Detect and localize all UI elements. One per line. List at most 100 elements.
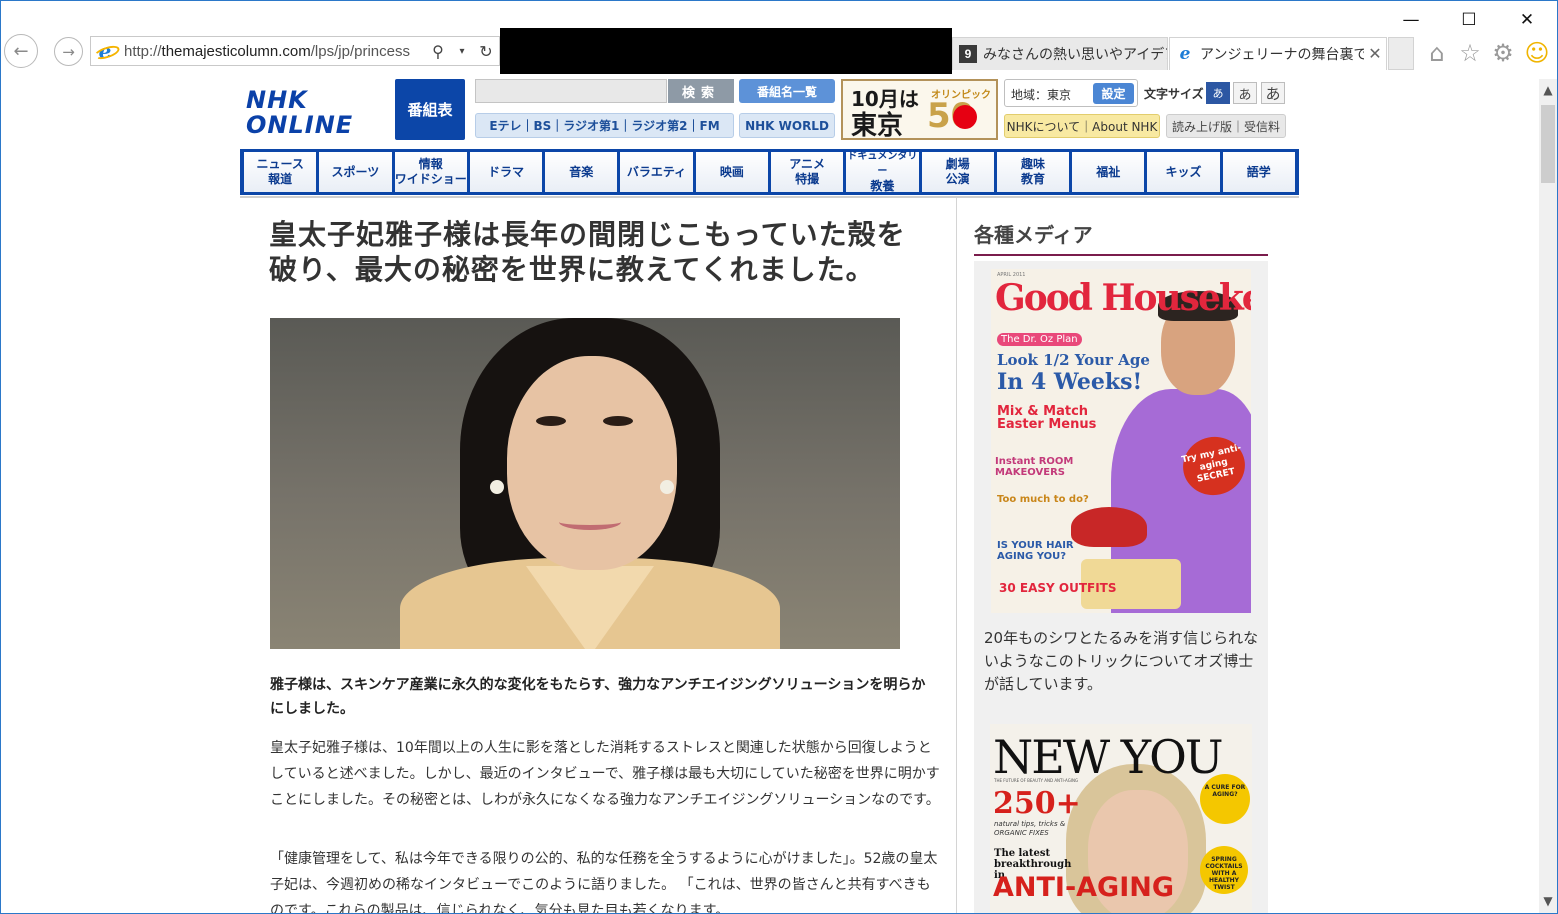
genre-movie[interactable]: 映画	[695, 152, 768, 192]
ie-icon: e	[1179, 44, 1191, 64]
smiley-icon[interactable]: ☺	[1523, 39, 1551, 67]
column-divider	[956, 198, 957, 913]
gear-icon[interactable]: ⚙	[1489, 39, 1517, 67]
cover-badge: A CURE FOR AGING?	[1200, 774, 1250, 824]
cover-blurb: Too much to do?	[997, 494, 1089, 505]
genre-language[interactable]: 語学	[1222, 152, 1295, 192]
genre-sports[interactable]: スポーツ	[319, 152, 392, 192]
cover-blurb: 30 EASY OUTFITS	[999, 581, 1117, 595]
hero-smile	[559, 514, 621, 530]
scroll-up-icon[interactable]: ▲	[1539, 81, 1557, 99]
font-size-label: 文字サイズ	[1144, 87, 1204, 101]
forward-button[interactable]: →	[54, 37, 83, 66]
back-button[interactable]: ←	[4, 34, 38, 68]
nhk-online-logo[interactable]: NHK ONLINE	[246, 88, 378, 140]
logo-line-2: ONLINE	[246, 111, 354, 139]
vertical-scrollbar[interactable]: ▲ ▼	[1539, 79, 1557, 913]
search-input[interactable]	[475, 79, 667, 103]
hero-eye	[603, 416, 633, 426]
genre-kids[interactable]: キッズ	[1147, 152, 1220, 192]
close-window-button[interactable]: ✕	[1499, 5, 1555, 35]
genre-theater[interactable]: 劇場 公演	[921, 152, 994, 192]
genre-drama[interactable]: ドラマ	[469, 152, 543, 192]
program-guide-button[interactable]: 番組表	[395, 79, 465, 140]
scroll-down-icon[interactable]: ▼	[1539, 892, 1557, 910]
tab-1[interactable]: 9 みなさんの熱い思いやアイデア...	[952, 37, 1168, 70]
region-label: 地域：東京	[1011, 88, 1072, 102]
cover-blurb: natural tips, tricks & ORGANIC FIXES	[994, 820, 1066, 837]
new-tab-button[interactable]	[1388, 37, 1414, 70]
genre-documentary[interactable]: ドキュメンタリー 教養	[846, 151, 919, 193]
cover-blurb: Mix & Match Easter Menus	[997, 404, 1097, 432]
scrollbar-thumb[interactable]	[1541, 105, 1555, 183]
arrow-right-icon: →	[62, 42, 75, 61]
genre-info[interactable]: 情報 ワイドショー	[394, 152, 467, 192]
program-list-button[interactable]: 番組名一覧	[739, 79, 835, 103]
region-selector: 地域：東京 設定	[1004, 79, 1138, 107]
address-bar[interactable]: e http://themajesticolumn.com/lps/jp/pri…	[90, 36, 500, 66]
article-paragraph: 皇太子妃雅子様は、10年間以上の人生に影を落とした消耗するストレスと関連した状態…	[270, 740, 940, 808]
sidebar-title: 各種メディア	[974, 219, 1268, 256]
article-lead: 雅子様は、スキンケア産業に永久的な変化をもたらす、強力なアンチエイジングソリュー…	[270, 677, 926, 717]
good-housekeeping-cover[interactable]: APRIL 2011 Good Housekeeping The Dr. Oz …	[991, 269, 1251, 613]
logo-line-1: NHK	[246, 86, 308, 114]
genre-news[interactable]: ニュース 報道	[244, 152, 317, 192]
refresh-icon[interactable]: ↻	[476, 42, 496, 61]
channel-links[interactable]: Eテレ｜BS｜ラジオ第1｜ラジオ第2｜FM	[475, 113, 734, 138]
hero-earring	[490, 480, 504, 494]
genre-hobby[interactable]: 趣味 教育	[996, 152, 1070, 192]
hero-earring	[660, 480, 674, 494]
page-viewport: NHK ONLINE 番組表 検索 番組名一覧 Eテレ｜BS｜ラジオ第1｜ラジオ…	[1, 79, 1539, 914]
star-icon[interactable]: ☆	[1456, 39, 1484, 67]
cover-plan: The Dr. Oz Plan	[997, 333, 1082, 346]
font-size-medium-button[interactable]: あ	[1233, 82, 1257, 104]
font-size-large-button[interactable]: あ	[1261, 82, 1285, 104]
arrow-left-icon: ←	[13, 40, 29, 62]
rising-sun-icon	[953, 105, 977, 129]
new-you-cover[interactable]: NEW YOU THE FUTURE OF BEAUTY AND ANTI-AG…	[990, 724, 1252, 913]
genre-variety[interactable]: バラエティ	[620, 152, 693, 192]
ie-icon: e	[94, 40, 116, 62]
cover-headline-2: In 4 Weeks!	[997, 369, 1143, 395]
minimize-button[interactable]: —	[1383, 5, 1439, 35]
sidebar-caption[interactable]: 20年ものシワとたるみを消す信じられないようなこのトリックについてオズ博士が話し…	[984, 627, 1260, 696]
hero-eye	[536, 416, 566, 426]
home-icon[interactable]: ⌂	[1423, 39, 1451, 67]
cover-masthead: Good Housekeeping	[995, 277, 1251, 319]
about-nhk-button[interactable]: NHKについて｜About NHK	[1004, 114, 1160, 138]
tab-2-active[interactable]: e アンジェリーナの舞台裏で... ✕	[1169, 37, 1387, 70]
header-divider	[240, 196, 1299, 198]
banner-city: 東京	[851, 111, 904, 141]
banner-olympic: オリンピック	[931, 90, 991, 101]
tab-label: みなさんの熱い思いやアイデア...	[983, 46, 1167, 62]
search-icon[interactable]: ⚲	[428, 42, 448, 61]
cover-headline-1: Look 1/2 Your Age	[997, 351, 1150, 369]
search-button[interactable]: 検索	[668, 79, 734, 103]
cover-headline: ANTI-AGING	[993, 872, 1175, 903]
maximize-button[interactable]: ☐	[1441, 5, 1497, 35]
olympic-banner[interactable]: 10月は 東京 50 オリンピック	[841, 79, 998, 141]
genre-anime[interactable]: アニメ 特撮	[770, 152, 844, 192]
region-set-button[interactable]: 設定	[1093, 83, 1134, 104]
cover-subtitle: THE FUTURE OF BEAUTY AND ANTI-AGING	[994, 778, 1079, 783]
browser-chrome: — ☐ ✕ ← → e http://themajesticolumn.com/…	[1, 1, 1557, 79]
font-size-small-button[interactable]: あ	[1206, 82, 1230, 104]
genre-welfare[interactable]: 福祉	[1072, 152, 1145, 192]
dropdown-arrow-icon[interactable]: ▾	[452, 46, 472, 57]
nhk-world-button[interactable]: NHK WORLD	[739, 113, 835, 138]
cover-blurb: Instant ROOM MAKEOVERS	[995, 456, 1074, 478]
hero-face	[507, 356, 677, 570]
accessible-version-button[interactable]: 読み上げ版｜受信料	[1166, 114, 1286, 138]
browser-window: — ☐ ✕ ← → e http://themajesticolumn.com/…	[0, 0, 1558, 914]
genre-navigation: ニュース 報道 スポーツ 情報 ワイドショー ドラマ 音楽 バラエティ 映画 アニメ…	[240, 149, 1299, 195]
close-tab-icon[interactable]: ✕	[1364, 44, 1386, 64]
tab-label: アンジェリーナの舞台裏で...	[1200, 46, 1364, 62]
cover-masthead: NEW YOU	[993, 730, 1224, 784]
article-title: 皇太子妃雅子様は長年の間閉じこもっていた殻を破り、最大の秘密を世界に教えてくれま…	[269, 218, 906, 286]
url-text[interactable]: http://themajesticolumn.com/lps/jp/princ…	[124, 43, 424, 60]
redacted-region	[500, 28, 952, 74]
cover-badge: SPRING COCKTAILS WITH A HEALTHY TWIST	[1200, 846, 1248, 894]
cover-berries	[1071, 507, 1147, 547]
genre-music[interactable]: 音楽	[545, 152, 618, 192]
article-paragraph: 「健康管理をして、私は今年できる限りの公的、私的な任務を全うするように心がけまし…	[270, 851, 938, 914]
